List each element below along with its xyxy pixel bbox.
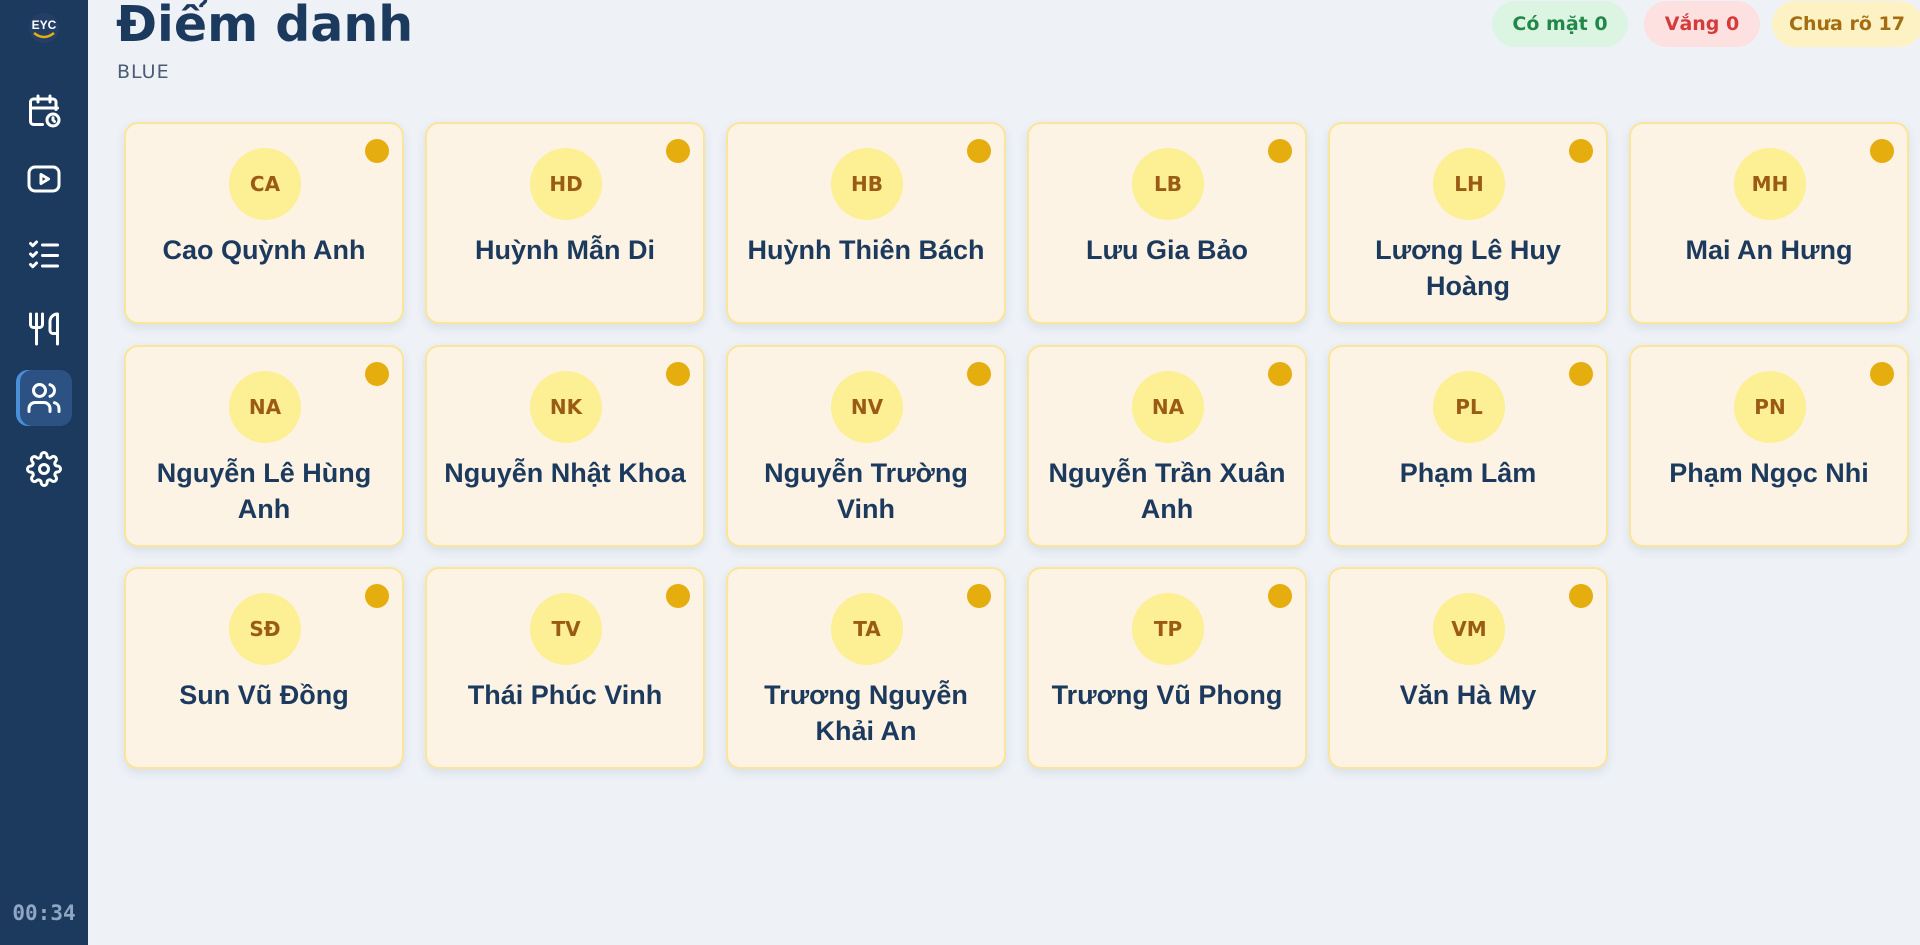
avatar: HD: [530, 148, 602, 220]
student-name: Nguyễn Nhật Khoa: [444, 458, 686, 488]
status-dot: [666, 139, 690, 163]
avatar: NA: [229, 371, 301, 443]
status-dot: [666, 584, 690, 608]
nav-settings[interactable]: [16, 441, 72, 497]
nav-tasks[interactable]: [16, 226, 72, 282]
status-dot: [967, 139, 991, 163]
avatar: NA: [1132, 371, 1204, 443]
status-dot: [1569, 584, 1593, 608]
status-dot: [365, 362, 389, 386]
student-name: Huỳnh Mẫn Di: [475, 235, 655, 265]
gear-icon: [26, 451, 62, 487]
avatar: CA: [229, 148, 301, 220]
student-card[interactable]: LH Lương Lê Huy Hoàng: [1328, 122, 1608, 324]
avatar: SĐ: [229, 593, 301, 665]
avatar: MH: [1734, 148, 1806, 220]
student-card[interactable]: NA Nguyễn Lê Hùng Anh: [124, 345, 404, 547]
status-dot: [365, 139, 389, 163]
nav-schedule[interactable]: [16, 83, 72, 139]
status-dot: [1569, 139, 1593, 163]
student-card[interactable]: VM Văn Hà My: [1328, 567, 1608, 769]
unknown-count-badge[interactable]: Chưa rõ 17: [1772, 1, 1920, 47]
student-card[interactable]: NV Nguyễn Trường Vinh: [726, 345, 1006, 547]
status-dot: [967, 584, 991, 608]
student-name: Sun Vũ Đồng: [179, 680, 349, 710]
present-count-badge[interactable]: Có mặt 0: [1492, 1, 1628, 47]
page-title: Điểm danh: [116, 0, 414, 53]
student-name: Huỳnh Thiên Bách: [747, 235, 985, 265]
avatar: LB: [1132, 148, 1204, 220]
student-name: Thái Phúc Vinh: [467, 680, 663, 710]
student-card[interactable]: TV Thái Phúc Vinh: [425, 567, 705, 769]
student-card[interactable]: CA Cao Quỳnh Anh: [124, 122, 404, 324]
avatar: NK: [530, 371, 602, 443]
avatar: NV: [831, 371, 903, 443]
student-name: Cao Quỳnh Anh: [162, 235, 366, 265]
avatar: LH: [1433, 148, 1505, 220]
status-dot: [1268, 584, 1292, 608]
student-name: Nguyễn Trường Vinh: [764, 458, 968, 524]
users-icon: [27, 383, 61, 413]
student-name: Văn Hà My: [1399, 680, 1537, 710]
student-card[interactable]: TP Trương Vũ Phong: [1027, 567, 1307, 769]
status-dot: [1268, 362, 1292, 386]
avatar: HB: [831, 148, 903, 220]
status-dot: [1870, 139, 1894, 163]
sidebar: EYC 00:34: [0, 0, 88, 945]
student-name: Phạm Lâm: [1399, 458, 1537, 488]
avatar: PN: [1734, 371, 1806, 443]
checklist-icon: [29, 240, 59, 269]
student-name: Lưu Gia Bảo: [1085, 235, 1249, 265]
student-card[interactable]: TA Trương Nguyễn Khải An: [726, 567, 1006, 769]
avatar: TV: [530, 593, 602, 665]
student-name: Trương Vũ Phong: [1051, 680, 1283, 710]
utensils-icon: [29, 312, 59, 346]
student-card[interactable]: HD Huỳnh Mẫn Di: [425, 122, 705, 324]
nav-videos[interactable]: [16, 151, 72, 207]
avatar: VM: [1433, 593, 1505, 665]
status-dot: [1569, 362, 1593, 386]
status-dot: [666, 362, 690, 386]
video-play-icon: [27, 165, 61, 193]
student-card[interactable]: NK Nguyễn Nhật Khoa: [425, 345, 705, 547]
absent-count-badge[interactable]: Vắng 0: [1644, 1, 1760, 47]
logo-text: EYC: [32, 18, 57, 32]
logo-icon: EYC: [29, 13, 59, 43]
student-card[interactable]: NA Nguyễn Trần Xuân Anh: [1027, 345, 1307, 547]
student-card[interactable]: HB Huỳnh Thiên Bách: [726, 122, 1006, 324]
nav-meals[interactable]: [16, 301, 72, 357]
student-card[interactable]: PL Phạm Lâm: [1328, 345, 1608, 547]
student-name: Nguyễn Lê Hùng Anh: [156, 458, 372, 524]
status-dot: [1870, 362, 1894, 386]
clock: 00:34: [12, 901, 76, 925]
student-name: Lương Lê Huy Hoàng: [1375, 235, 1561, 301]
app-logo[interactable]: EYC: [24, 8, 64, 48]
nav-attendance[interactable]: [16, 370, 72, 426]
student-name: Trương Nguyễn Khải An: [764, 680, 968, 746]
student-card[interactable]: LB Lưu Gia Bảo: [1027, 122, 1307, 324]
student-card[interactable]: MH Mai An Hưng: [1629, 122, 1909, 324]
avatar: TA: [831, 593, 903, 665]
student-name: Nguyễn Trần Xuân Anh: [1048, 458, 1286, 524]
student-name: Phạm Ngọc Nhi: [1669, 458, 1869, 488]
student-card[interactable]: PN Phạm Ngọc Nhi: [1629, 345, 1909, 547]
status-dot: [365, 584, 389, 608]
class-name: BLUE: [117, 61, 170, 83]
status-dot: [967, 362, 991, 386]
student-card[interactable]: SĐ Sun Vũ Đồng: [124, 567, 404, 769]
status-dot: [1268, 139, 1292, 163]
avatar: TP: [1132, 593, 1204, 665]
avatar: PL: [1433, 371, 1505, 443]
student-name: Mai An Hưng: [1685, 235, 1853, 265]
calendar-clock-icon: [29, 94, 61, 128]
